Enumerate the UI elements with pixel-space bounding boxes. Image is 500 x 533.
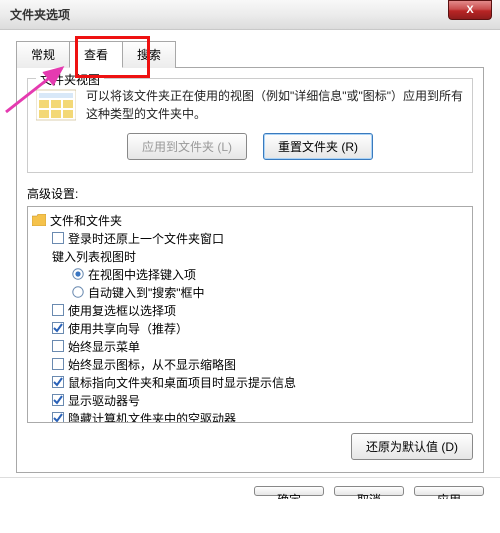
tree-item[interactable]: 显示驱动器号 xyxy=(30,391,470,409)
tab-view[interactable]: 查看 xyxy=(69,41,123,68)
tree-item[interactable]: 登录时还原上一个文件夹窗口 xyxy=(30,229,470,247)
restore-defaults-button[interactable]: 还原为默认值 (D) xyxy=(351,433,473,460)
advanced-settings-label: 高级设置: xyxy=(27,185,473,202)
tree-item[interactable]: 始终显示图标，从不显示缩略图 xyxy=(30,355,470,373)
titlebar: 文件夹选项 X xyxy=(0,0,500,30)
checkbox-icon[interactable] xyxy=(52,304,64,316)
tree-item[interactable]: 在视图中选择键入项 xyxy=(30,265,470,283)
tab-general[interactable]: 常规 xyxy=(16,41,70,68)
tree-item-label: 始终显示图标，从不显示缩略图 xyxy=(68,356,236,373)
apply-button[interactable]: 应用 xyxy=(414,486,484,496)
tree-root-label: 文件和文件夹 xyxy=(50,212,122,229)
checkbox-icon[interactable] xyxy=(52,412,64,423)
advanced-settings-tree[interactable]: 文件和文件夹 登录时还原上一个文件夹窗口键入列表视图时在视图中选择键入项自动键入… xyxy=(27,206,473,423)
groupbox-legend: 文件夹视图 xyxy=(36,71,104,88)
tree-item-label: 显示驱动器号 xyxy=(68,392,140,409)
tree-item-label: 在视图中选择键入项 xyxy=(88,266,196,283)
dialog-buttons: 确定 取消 应用 xyxy=(0,477,500,499)
checkbox-icon[interactable] xyxy=(52,232,64,244)
tree-item[interactable]: 鼠标指向文件夹和桌面项目时显示提示信息 xyxy=(30,373,470,391)
folder-views-icon xyxy=(36,87,76,123)
tree-item[interactable]: 自动键入到"搜索"框中 xyxy=(30,283,470,301)
tree-item-label: 始终显示菜单 xyxy=(68,338,140,355)
reset-folders-button[interactable]: 重置文件夹 (R) xyxy=(263,133,373,160)
folder-view-description: 可以将该文件夹正在使用的视图（例如"详细信息"或"图标"）应用到所有这种类型的文… xyxy=(86,87,464,123)
tree-item-label: 登录时还原上一个文件夹窗口 xyxy=(68,230,224,247)
tree-item[interactable]: 隐藏计算机文件夹中的空驱动器 xyxy=(30,409,470,423)
tree-item[interactable]: 始终显示菜单 xyxy=(30,337,470,355)
tree-item-label: 使用复选框以选择项 xyxy=(68,302,176,319)
tree-item-label: 自动键入到"搜索"框中 xyxy=(88,284,205,301)
checkbox-icon[interactable] xyxy=(52,322,64,334)
radio-icon[interactable] xyxy=(72,268,84,280)
radio-icon[interactable] xyxy=(72,286,84,298)
apply-to-folders-button[interactable]: 应用到文件夹 (L) xyxy=(127,133,247,160)
tree-item[interactable]: 使用共享向导（推荐） xyxy=(30,319,470,337)
groupbox-folder-view: 文件夹视图 可以将该文件夹正在使用的视图（例如"详细信息"或"图标"）应用到所有… xyxy=(27,78,473,173)
checkbox-icon[interactable] xyxy=(52,376,64,388)
tree-item-label: 使用共享向导（推荐） xyxy=(68,320,188,337)
checkbox-icon[interactable] xyxy=(52,358,64,370)
checkbox-icon[interactable] xyxy=(52,340,64,352)
tab-search[interactable]: 搜索 xyxy=(122,41,176,68)
folder-icon xyxy=(32,214,46,226)
checkbox-icon[interactable] xyxy=(52,394,64,406)
tree-item[interactable]: 使用复选框以选择项 xyxy=(30,301,470,319)
window-title: 文件夹选项 xyxy=(10,6,70,23)
tree-item[interactable]: 键入列表视图时 xyxy=(30,247,470,265)
tree-root: 文件和文件夹 xyxy=(30,211,470,229)
tab-bar: 常规 查看 搜索 xyxy=(16,40,484,67)
close-button[interactable]: X xyxy=(448,0,492,20)
tree-item-label: 鼠标指向文件夹和桌面项目时显示提示信息 xyxy=(68,374,296,391)
tree-item-label: 隐藏计算机文件夹中的空驱动器 xyxy=(68,410,236,424)
tree-item-label: 键入列表视图时 xyxy=(52,248,136,265)
ok-button[interactable]: 确定 xyxy=(254,486,324,496)
cancel-button[interactable]: 取消 xyxy=(334,486,404,496)
tab-panel-view: 文件夹视图 可以将该文件夹正在使用的视图（例如"详细信息"或"图标"）应用到所有… xyxy=(16,67,484,473)
